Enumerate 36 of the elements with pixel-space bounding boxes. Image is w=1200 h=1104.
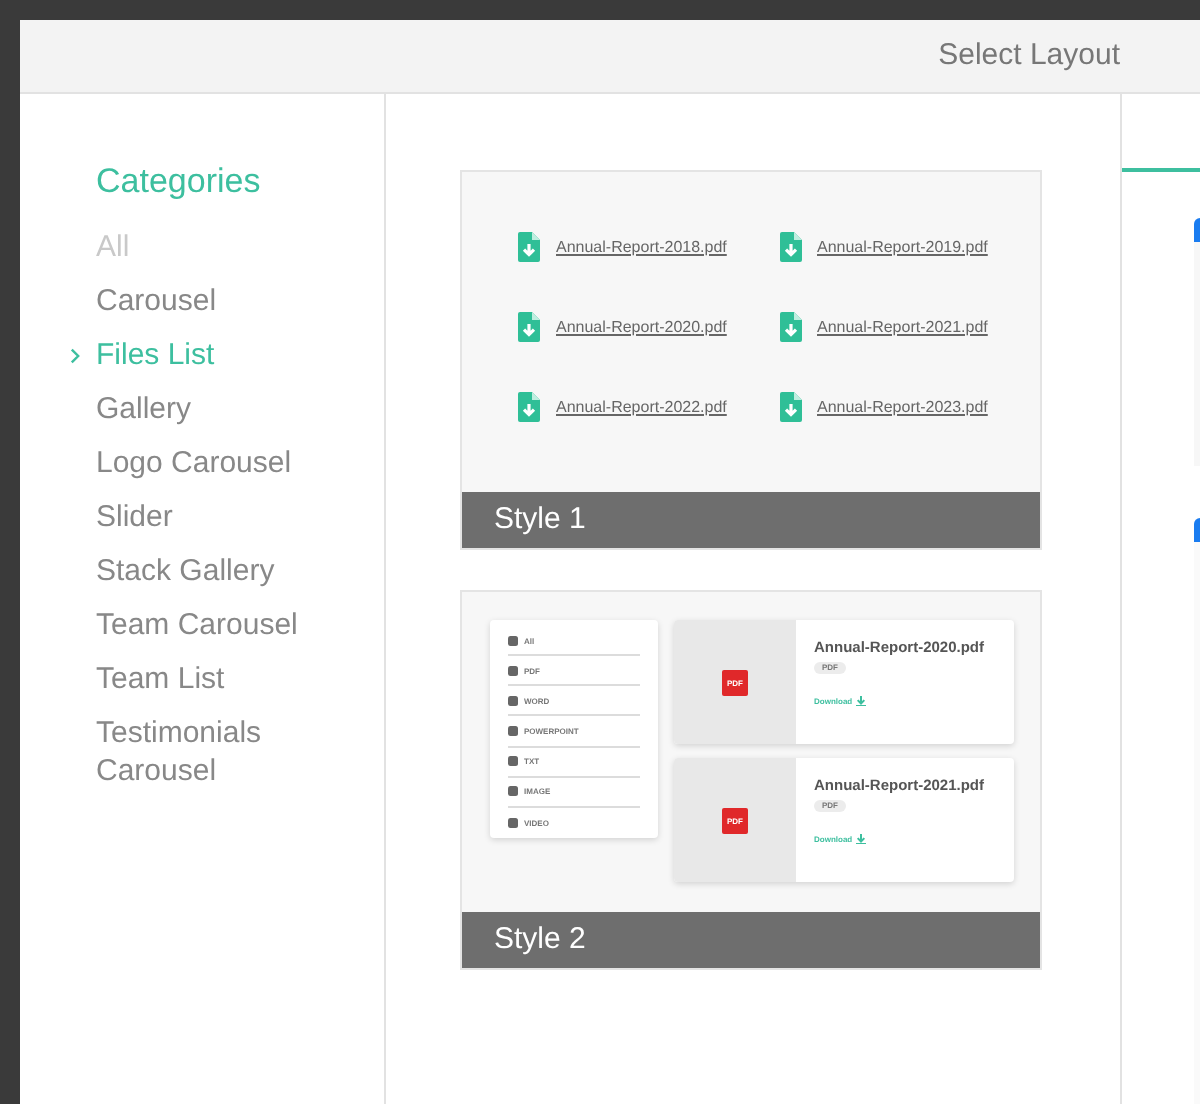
dialog-title: Select Layout: [938, 35, 1120, 76]
layout-card[interactable]: Annual-Report-2018.pdf Annual-Report-2019.pdf Annual-Report-2020.pdf Annual-Report-2021.pdf Annual-Report-2022.pdf Annual-Report-2023.pdf Style 1: [460, 170, 1042, 550]
download-icon: [856, 696, 867, 706]
category-icon: [508, 786, 518, 797]
file-link[interactable]: Annual-Report-2020.pdf: [556, 315, 727, 339]
file-download-icon: [779, 232, 801, 262]
category-icon: [508, 635, 518, 646]
layout-label: Style 2: [494, 919, 586, 960]
file-link[interactable]: Annual-Report-2021.pdf: [817, 315, 988, 339]
sidebar-heading: Categories: [96, 160, 263, 204]
category-link[interactable]: Carousel: [96, 281, 356, 319]
file-download-icon: [518, 392, 540, 422]
category-icon: [508, 695, 518, 706]
layout-label: Style 1: [494, 499, 586, 540]
category-link[interactable]: Gallery: [96, 389, 356, 427]
category-icon: [508, 756, 518, 767]
category-icon: [508, 725, 518, 736]
file-download-icon: [779, 392, 801, 422]
file-link[interactable]: Annual-Report-2023.pdf: [817, 395, 988, 419]
chevron-icon: [70, 347, 80, 363]
download-icon: [856, 834, 867, 844]
category-link[interactable]: Logo Carousel: [96, 443, 356, 481]
category-link[interactable]: Testimonials Carousel: [96, 713, 356, 789]
category-link[interactable]: Team List: [96, 659, 356, 697]
category-link[interactable]: Team Carousel: [96, 605, 356, 643]
file-link[interactable]: Annual-Report-2022.pdf: [556, 395, 727, 419]
category-icon: [508, 817, 518, 828]
category-link[interactable]: Slider: [96, 497, 356, 535]
tab-underline: [1122, 168, 1200, 172]
file-download-icon: [779, 312, 801, 342]
file-link[interactable]: Annual-Report-2018.pdf: [556, 235, 727, 259]
file-download-icon: [518, 312, 540, 342]
category-link[interactable]: Stack Gallery: [96, 551, 356, 589]
file-download-icon: [518, 232, 540, 262]
category-icon: [508, 665, 518, 676]
file-link[interactable]: Annual-Report-2019.pdf: [817, 235, 988, 259]
